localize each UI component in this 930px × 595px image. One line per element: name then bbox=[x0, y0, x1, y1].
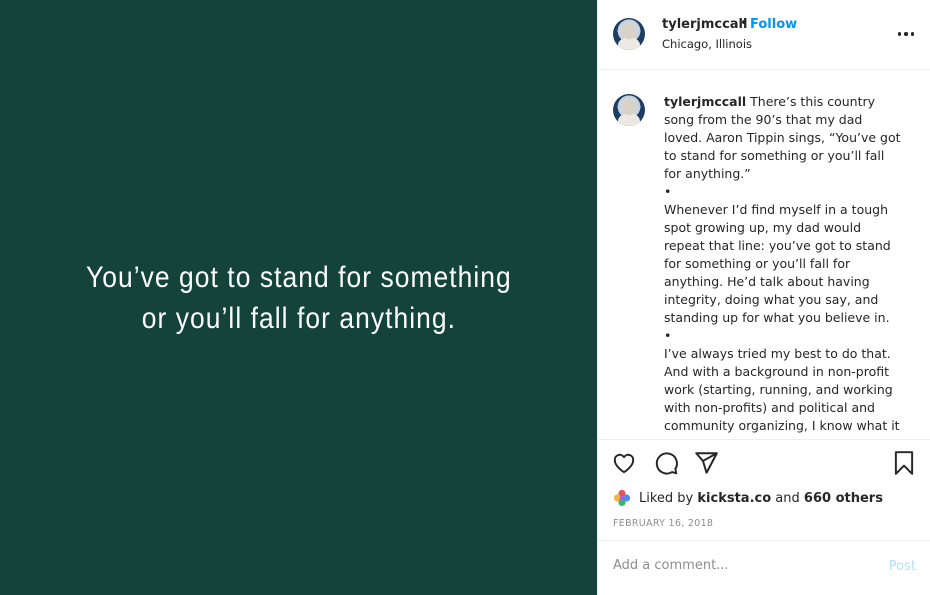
action-bar bbox=[598, 450, 930, 482]
comment-input[interactable] bbox=[613, 558, 853, 573]
more-options-icon[interactable] bbox=[896, 24, 916, 44]
comment-icon[interactable] bbox=[653, 450, 681, 478]
quote-line-2: or you’ll fall for anything. bbox=[141, 301, 456, 335]
likes-conj: and bbox=[775, 490, 800, 506]
paper-plane-icon[interactable] bbox=[693, 450, 721, 478]
likes-summary: Liked by kicksta.co and 660 others bbox=[613, 488, 883, 508]
post-side-panel: tylerjmccall • Follow Chicago, Illinois … bbox=[597, 0, 930, 595]
likes-prefix: Liked by bbox=[639, 490, 694, 506]
post-date[interactable]: FEBRUARY 16, 2018 bbox=[613, 518, 713, 529]
caption-scroll-area[interactable]: tylerjmccall There’s this country song f… bbox=[598, 70, 930, 440]
follow-button[interactable]: Follow bbox=[750, 17, 797, 32]
caption-text: tylerjmccall There’s this country song f… bbox=[664, 93, 904, 435]
liker-username[interactable]: kicksta.co bbox=[697, 491, 771, 506]
likes-count[interactable]: 660 others bbox=[804, 491, 883, 506]
avatar[interactable] bbox=[613, 18, 645, 50]
bookmark-icon[interactable] bbox=[891, 450, 919, 478]
caption-avatar[interactable] bbox=[613, 94, 645, 126]
post-comment-button[interactable]: Post bbox=[889, 559, 916, 574]
post-header: tylerjmccall • Follow Chicago, Illinois bbox=[598, 0, 930, 70]
caption-paragraph-2: Whenever I’d find myself in a tough spot… bbox=[664, 202, 891, 325]
caption-paragraph-3: I’ve always tried my best to do that. An… bbox=[664, 346, 900, 433]
header-username[interactable]: tylerjmccall bbox=[662, 17, 747, 32]
post-image[interactable]: You’ve got to stand for something or you… bbox=[0, 0, 597, 595]
kicksta-logo-icon bbox=[613, 489, 631, 507]
heart-icon[interactable] bbox=[611, 450, 639, 478]
caption-username[interactable]: tylerjmccall bbox=[664, 94, 746, 109]
caption-separator-2: • bbox=[664, 328, 672, 343]
caption-separator-1: • bbox=[664, 184, 672, 199]
header-separator: • bbox=[740, 16, 748, 31]
quote-line-1: You’ve got to stand for something bbox=[85, 260, 512, 294]
location-link[interactable]: Chicago, Illinois bbox=[662, 37, 752, 51]
comment-form: Post bbox=[598, 540, 930, 595]
quote-text: You’ve got to stand for something or you… bbox=[86, 257, 512, 339]
